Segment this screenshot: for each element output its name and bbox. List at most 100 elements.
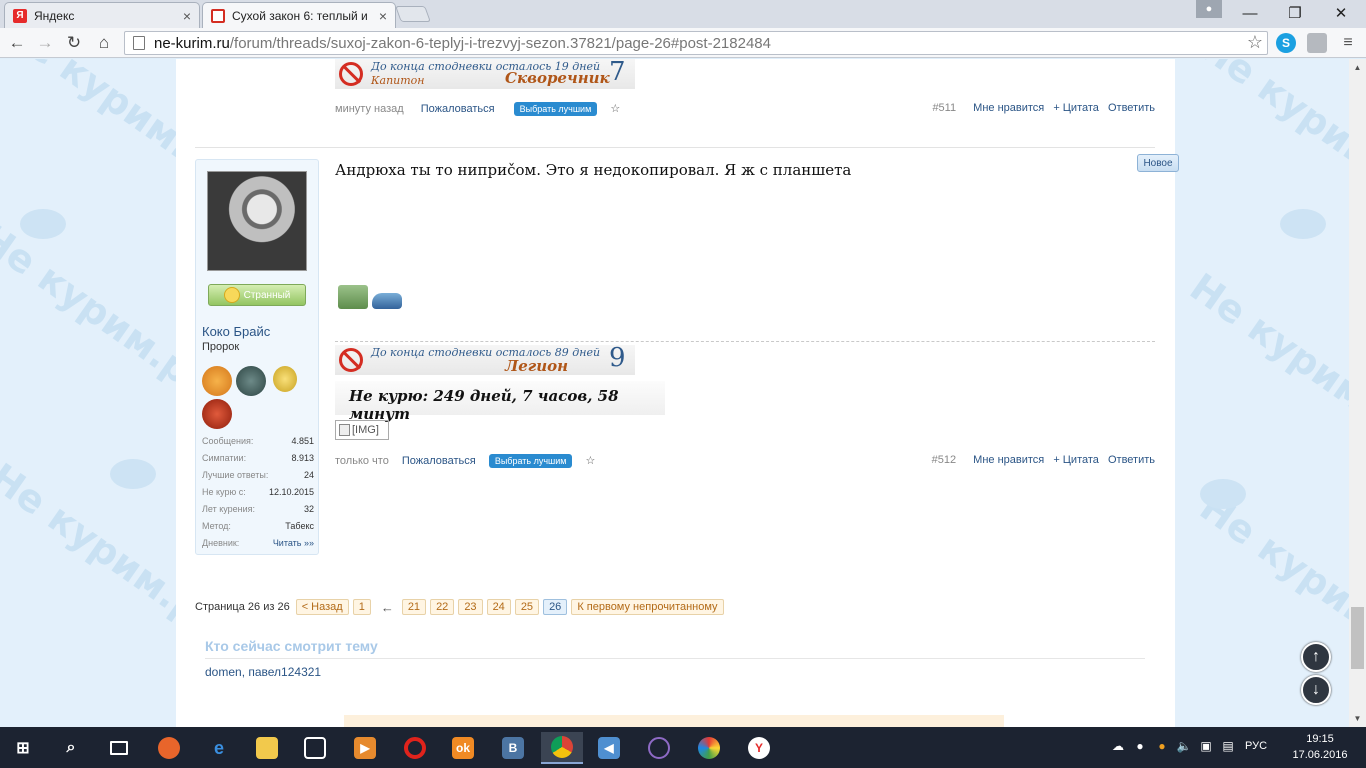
page-link-25[interactable]: 25 xyxy=(514,599,540,615)
weather-icon[interactable]: ☁ xyxy=(1110,738,1126,754)
stat-quit-date: Не курю с: 12.10.2015 xyxy=(202,487,314,497)
new-post-badge: Новое xyxy=(1137,154,1179,172)
user-title: Пророк xyxy=(202,341,240,353)
reply-link[interactable]: Ответить xyxy=(1108,454,1155,466)
tray-app-icon[interactable]: ● xyxy=(1132,738,1148,754)
post-number[interactable]: #511 xyxy=(932,102,956,114)
username-link[interactable]: Коко Брайс xyxy=(202,324,270,339)
taskbar-explorer[interactable] xyxy=(248,732,286,764)
quote-link[interactable]: + Цитата xyxy=(1053,454,1099,466)
scrollbar-thumb[interactable] xyxy=(1351,607,1364,669)
taskbar-opera[interactable] xyxy=(396,732,434,764)
search-button[interactable]: ⌕ xyxy=(52,732,90,764)
signature-banner: До конца стодневки осталось 89 дней Леги… xyxy=(335,343,635,375)
best-answer-button[interactable]: Выбрать лучшим xyxy=(488,454,573,468)
first-unread-button[interactable]: К первому непрочитанному xyxy=(571,599,724,615)
diary-link[interactable]: Читать »» xyxy=(273,538,314,548)
scroll-up-button[interactable]: ↑ xyxy=(1301,642,1331,672)
bookmark-star-icon[interactable]: ☆ xyxy=(1247,32,1263,53)
new-tab-button[interactable] xyxy=(395,6,431,22)
vkontakte-icon: B xyxy=(502,737,524,759)
page-viewport: Не курим.ру Не курим.ру Не курим.ру Не к… xyxy=(0,59,1366,727)
taskbar-viber[interactable] xyxy=(640,732,678,764)
forward-icon[interactable]: → xyxy=(34,32,56,54)
address-bar[interactable]: ne-kurim.ru /forum/threads/suxoj-zakon-6… xyxy=(124,31,1268,55)
scroll-down-button[interactable]: ↓ xyxy=(1301,675,1331,705)
page-link-22[interactable]: 22 xyxy=(430,599,455,615)
tab-yandex[interactable]: Я Яндекс × xyxy=(4,2,200,28)
broken-image[interactable]: [IMG] xyxy=(335,420,389,440)
reload-icon[interactable]: ↻ xyxy=(63,32,85,54)
audio-app-icon: ◀ xyxy=(598,737,620,759)
page-link-24[interactable]: 24 xyxy=(486,599,511,615)
taskbar-vkontakte[interactable]: B xyxy=(494,732,532,764)
home-icon[interactable]: ⌂ xyxy=(93,32,115,54)
user-profile-icon[interactable]: ● xyxy=(1196,0,1222,18)
clock[interactable]: 19:15 17.06.2016 xyxy=(1290,731,1350,763)
taskbar-firefox[interactable] xyxy=(150,732,188,764)
page-scrollbar[interactable]: ▲ ▼ xyxy=(1349,59,1366,727)
taskbar-odnoklassniki[interactable]: ok xyxy=(444,732,482,764)
skype-extension-icon[interactable]: S xyxy=(1276,33,1296,53)
notifications-icon[interactable]: ▤ xyxy=(1220,738,1236,754)
close-icon[interactable]: × xyxy=(183,8,191,24)
like-link[interactable]: Мне нравится xyxy=(973,454,1044,466)
scroll-up-arrow-icon[interactable]: ▲ xyxy=(1349,59,1366,76)
no-smoking-counter-text: Не курю: 249 дней, 7 часов, 58 минут xyxy=(349,387,619,423)
banner-username: Капитон xyxy=(371,74,425,87)
award-icon[interactable] xyxy=(202,399,232,429)
page-link-21[interactable]: 21 xyxy=(401,599,427,615)
best-answer-button[interactable]: Выбрать лучшим xyxy=(513,102,598,116)
avatar[interactable] xyxy=(207,171,307,271)
star-icon[interactable]: ☆ xyxy=(610,103,620,115)
money-icon xyxy=(338,285,368,309)
like-link[interactable]: Мне нравится xyxy=(973,102,1044,114)
post-date[interactable]: минуту назад xyxy=(335,103,404,115)
taskbar-edge[interactable]: e xyxy=(200,732,238,764)
browser-tabbar: Я Яндекс × Сухой закон 6: теплый и × ● —… xyxy=(0,0,1366,28)
post-footer: минуту назад Пожаловаться Выбрать лучшим… xyxy=(335,102,1155,118)
search-icon: ⌕ xyxy=(66,739,76,756)
taskbar-sound[interactable]: ◀ xyxy=(590,732,628,764)
windows-logo-icon: ⊞ xyxy=(16,740,30,757)
prev-page-button[interactable]: < Назад xyxy=(295,599,349,615)
post-number[interactable]: #512 xyxy=(932,454,956,466)
page-link-23[interactable]: 23 xyxy=(458,599,483,615)
taskbar-chrome[interactable] xyxy=(541,732,583,764)
menu-icon[interactable]: ≡ xyxy=(1338,33,1358,53)
stat-method: Метод: Табекс xyxy=(202,521,314,531)
network-icon[interactable]: ▣ xyxy=(1198,738,1214,754)
watchers-list[interactable]: domen, павел124321 xyxy=(205,665,321,679)
report-link[interactable]: Пожаловаться xyxy=(421,103,495,115)
post-date[interactable]: только что xyxy=(335,455,389,467)
report-link[interactable]: Пожаловаться xyxy=(402,455,476,467)
page-link-1[interactable]: 1 xyxy=(352,599,371,615)
signature-divider xyxy=(335,341,1155,342)
volume-icon[interactable]: 🔈 xyxy=(1176,738,1192,754)
tray-app-icon[interactable]: ● xyxy=(1154,738,1170,754)
scroll-down-arrow-icon[interactable]: ▼ xyxy=(1349,710,1366,727)
close-icon[interactable]: × xyxy=(379,8,387,24)
quote-link[interactable]: + Цитата xyxy=(1053,102,1099,114)
back-icon[interactable]: ← xyxy=(6,32,28,54)
task-view-button[interactable] xyxy=(100,732,138,764)
taskbar-store[interactable] xyxy=(296,732,334,764)
close-window-button[interactable]: ✕ xyxy=(1323,2,1359,24)
start-button[interactable]: ⊞ xyxy=(4,732,42,764)
award-icon[interactable] xyxy=(236,366,266,396)
medal-icon[interactable] xyxy=(273,366,297,392)
taskbar-media[interactable]: ▶ xyxy=(346,732,384,764)
page-jump-icon[interactable]: ← xyxy=(381,600,394,615)
award-icon[interactable] xyxy=(202,366,232,396)
taskbar-app[interactable] xyxy=(690,732,728,764)
star-icon[interactable]: ☆ xyxy=(586,455,596,467)
minimize-button[interactable]: — xyxy=(1232,2,1268,24)
reply-link[interactable]: Ответить xyxy=(1108,102,1155,114)
page-link-current[interactable]: 26 xyxy=(543,599,568,615)
taskbar-yandex-browser[interactable]: Y xyxy=(740,732,778,764)
background-logo: Не курим.ру xyxy=(1192,484,1366,678)
language-indicator[interactable]: РУС xyxy=(1244,738,1268,754)
bookmark-extension-icon[interactable] xyxy=(1307,33,1327,53)
maximize-button[interactable]: ❐ xyxy=(1277,2,1313,24)
tab-forum-thread[interactable]: Сухой закон 6: теплый и × xyxy=(202,2,396,28)
